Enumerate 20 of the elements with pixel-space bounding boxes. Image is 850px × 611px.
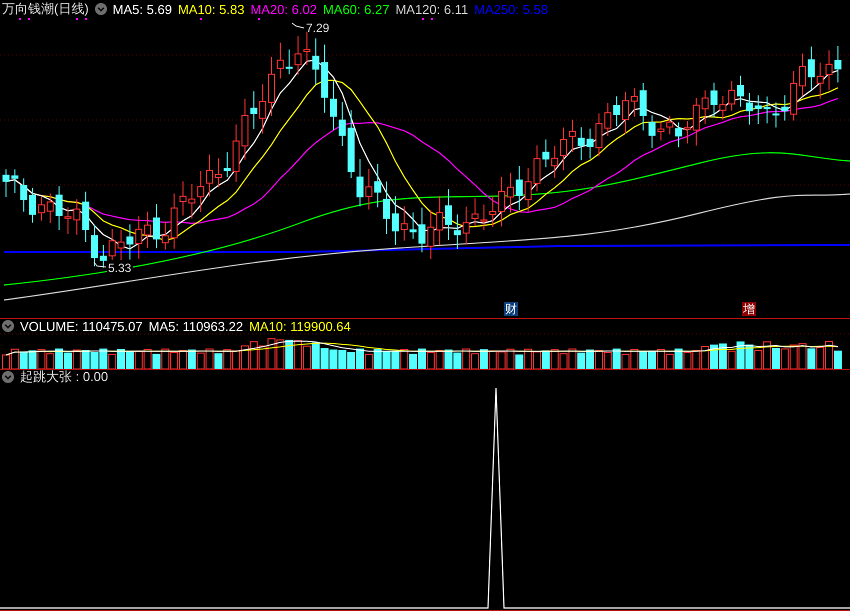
leader-line [94, 262, 106, 268]
volume-legend-label: MA5: 110963.22 [148, 318, 244, 334]
ma-legend-label: MA20: 6.02 [250, 2, 317, 16]
leader-line [292, 22, 304, 28]
ma-legend-label: MA60: 6.27 [322, 2, 390, 16]
stock-title: 万向钱潮(日线) [2, 0, 89, 18]
ma-legend-label: MA120: 6.11 [395, 2, 468, 16]
volume-legend-label: MA10: 119900.64 [249, 318, 351, 334]
collapse-button[interactable] [2, 371, 14, 383]
indicator-label: 起跳大张 : 0.00 [20, 368, 108, 386]
volume-legend-label: VOLUME: 110475.07 [20, 318, 143, 334]
high-price-label: 7.29 [306, 21, 330, 35]
ma-legend-label: MA10: 5.83 [178, 2, 244, 16]
low-price-label: 5.33 [108, 261, 132, 275]
collapse-button[interactable] [2, 320, 14, 332]
collapse-button[interactable] [94, 3, 107, 15]
ma-legend-label: MA5: 5.69 [112, 2, 172, 16]
event-marker[interactable]: 财 [504, 302, 518, 316]
ma-legend-label: MA250: 5.58 [474, 2, 548, 16]
event-marker[interactable]: 增 [742, 302, 756, 316]
